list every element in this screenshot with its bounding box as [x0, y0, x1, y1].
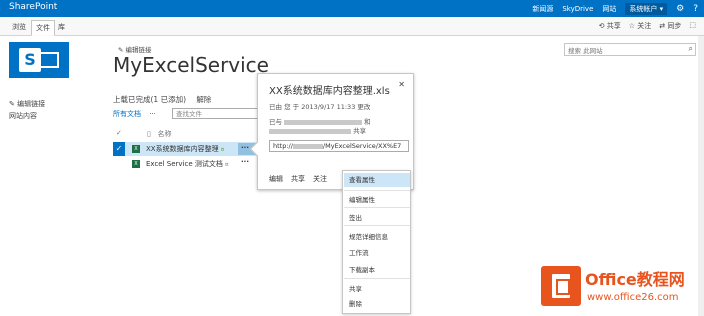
upload-status: 上载已完成(1 已添加) 解除: [113, 94, 211, 105]
vertical-scrollbar[interactable]: [698, 36, 704, 316]
sync-icon: ⇄: [659, 22, 666, 30]
focus-icon[interactable]: ⬚: [689, 21, 696, 31]
site-logo[interactable]: S: [9, 42, 69, 78]
search-placeholder: 搜索 此网站: [568, 47, 603, 55]
topnav-skydrive[interactable]: SkyDrive: [562, 5, 593, 13]
file-name: Excel Service 测试文档: [146, 160, 223, 168]
left-nav: ✎ 编辑链接 网站内容: [9, 98, 45, 122]
dismiss-link[interactable]: 解除: [196, 95, 211, 104]
sync-action[interactable]: ⇄ 同步: [659, 21, 681, 31]
new-item-icon: ¤: [220, 146, 225, 153]
menu-divider: [344, 278, 410, 279]
url-prefix: http://: [273, 142, 293, 150]
watermark-title: Office教程网: [585, 270, 685, 289]
follow-action[interactable]: ☆ 关注: [629, 21, 652, 31]
redacted-host: [292, 143, 323, 149]
menu-item-share[interactable]: 共享: [349, 283, 362, 293]
tab-library[interactable]: 库: [54, 20, 69, 34]
menu-item-compliance-details[interactable]: 规范详细信息: [349, 231, 388, 241]
column-name-label: 名称: [157, 130, 172, 138]
ribbon: 浏览 文件 库 ⟲ 共享 ☆ 关注 ⇄ 同步 ⬚: [0, 17, 704, 36]
share-icon: ⟲: [598, 22, 605, 30]
row-more-dots: ···: [241, 144, 249, 152]
topnav-sites[interactable]: 网站: [602, 4, 616, 14]
office-logo-icon: [541, 266, 581, 306]
menu-item-check-out[interactable]: 签出: [349, 212, 362, 222]
context-menu: 查看属性 编辑属性 签出 规范详细信息 工作流 下载副本 共享 删除: [342, 170, 411, 314]
user-menu[interactable]: 系统帐户 ▾: [625, 3, 668, 15]
menu-item-download-copy[interactable]: 下载副本: [349, 264, 375, 274]
row-check-icon[interactable]: ✓: [113, 142, 125, 156]
watermark-url: www.office26.com: [587, 292, 679, 303]
callout-edit-button[interactable]: 编辑: [269, 174, 283, 184]
find-file-input[interactable]: 查找文件: [172, 108, 260, 119]
page-title[interactable]: MyExcelService: [113, 53, 269, 77]
leftnav-item-site-contents[interactable]: 网站内容: [9, 110, 45, 122]
view-more-button[interactable]: ···: [149, 110, 156, 118]
upload-status-text: 上载已完成(1 已添加): [113, 95, 187, 104]
callout-actions: 编辑 共享 关注: [269, 174, 327, 184]
menu-item-workflow[interactable]: 工作流: [349, 247, 369, 257]
shared-suffix: 共享: [353, 127, 367, 135]
callout-share-button[interactable]: 共享: [291, 174, 305, 184]
new-item-icon: ¤: [224, 161, 229, 168]
search-input[interactable]: 搜索 此网站 ⌕: [564, 43, 696, 56]
column-header: ✓ ▯ 名称: [116, 129, 172, 138]
tab-browse[interactable]: 浏览: [8, 20, 30, 34]
row-more-button[interactable]: ···: [241, 158, 249, 166]
excel-file-icon: X: [132, 160, 140, 168]
suite-bar: SharePoint 新闻源 SkyDrive 网站 系统帐户 ▾ ⚙ ?: [0, 0, 704, 17]
logo-frame: [39, 52, 59, 68]
office-doc-shape: [552, 274, 570, 298]
sharepoint-logo-icon: S: [19, 48, 41, 72]
leftnav-edit-label: 编辑链接: [17, 100, 46, 108]
sync-label: 同步: [667, 22, 682, 30]
share-label: 共享: [606, 22, 621, 30]
menu-item-view-properties[interactable]: 查看属性: [344, 173, 410, 187]
file-name-link[interactable]: Excel Service 测试文档 ¤: [146, 159, 229, 169]
doc-type-icon: ▯: [147, 130, 151, 138]
redacted-names: [269, 128, 351, 134]
menu-item-edit-properties[interactable]: 编辑属性: [349, 194, 375, 204]
top-nav: 新闻源 SkyDrive 网站 系统帐户 ▾ ⚙ ?: [532, 3, 698, 15]
callout-shared-line2: 共享: [269, 125, 366, 135]
menu-divider: [344, 190, 410, 191]
menu-divider: [344, 225, 410, 226]
url-suffix: /MyExcelService/XX%E7: [322, 142, 402, 150]
ribbon-actions: ⟲ 共享 ☆ 关注 ⇄ 同步 ⬚: [599, 21, 696, 31]
column-name[interactable]: ▯ 名称: [147, 129, 172, 139]
topnav-newsfeed[interactable]: 新闻源: [532, 4, 553, 14]
star-icon: ☆: [628, 22, 636, 30]
view-bar: 所有文档 ···: [113, 109, 156, 119]
redacted-names: [284, 119, 363, 125]
callout-modified: 已由 您 于 2013/9/17 11:33 更改: [269, 103, 371, 111]
table-row[interactable]: X Excel Service 测试文档 ¤ ···: [113, 157, 263, 171]
brand-link[interactable]: SharePoint: [9, 2, 57, 12]
follow-label: 关注: [637, 22, 652, 30]
excel-file-icon: X: [132, 145, 140, 153]
callout-url-field[interactable]: http:// /MyExcelService/XX%E7: [269, 140, 409, 152]
file-name: XX系统数据库内容整理: [146, 145, 219, 153]
leftnav-edit-link[interactable]: ✎ 编辑链接: [9, 98, 45, 110]
select-all-check[interactable]: ✓: [116, 129, 122, 137]
menu-divider: [344, 207, 410, 208]
tab-files[interactable]: 文件: [31, 20, 55, 36]
callout-follow-button[interactable]: 关注: [313, 174, 327, 184]
help-icon[interactable]: ?: [693, 4, 698, 14]
close-icon[interactable]: ✕: [398, 80, 405, 89]
gear-icon[interactable]: ⚙: [676, 4, 684, 14]
view-all-documents[interactable]: 所有文档: [113, 110, 141, 118]
watermark: Office教程网 www.office26.com: [537, 262, 702, 314]
search-icon[interactable]: ⌕: [689, 44, 693, 54]
menu-item-delete[interactable]: 删除: [349, 298, 362, 308]
file-name-link[interactable]: XX系统数据库内容整理 ¤: [146, 144, 224, 154]
share-action[interactable]: ⟲ 共享: [599, 21, 621, 31]
callout-title[interactable]: XX系统数据库内容整理.xls: [269, 82, 390, 97]
